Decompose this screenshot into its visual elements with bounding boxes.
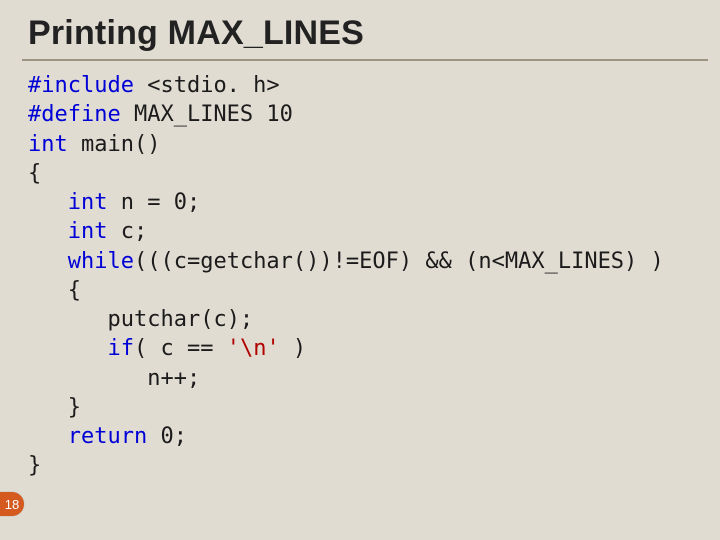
- code-line: }: [28, 451, 708, 480]
- code-line: {: [28, 159, 708, 188]
- code-line: int n = 0;: [28, 188, 708, 217]
- code-line: return 0;: [28, 422, 708, 451]
- string-literal: '\n': [227, 336, 280, 361]
- keyword: if: [107, 336, 134, 361]
- keyword: int: [68, 219, 108, 244]
- code-line: putchar(c);: [28, 305, 708, 334]
- page-number-badge: 18: [0, 492, 24, 516]
- code-line: #include <stdio. h>: [28, 71, 708, 100]
- code-line: }: [28, 393, 708, 422]
- keyword: while: [68, 249, 134, 274]
- code-line: int c;: [28, 217, 708, 246]
- code-line: int main(): [28, 130, 708, 159]
- code-block: #include <stdio. h>#define MAX_LINES 10i…: [28, 71, 708, 481]
- code-line: while(((c=getchar())!=EOF) && (n<MAX_LIN…: [28, 247, 708, 276]
- code-line: n++;: [28, 364, 708, 393]
- keyword: return: [68, 424, 147, 449]
- code-line: {: [28, 276, 708, 305]
- code-line: if( c == '\n' ): [28, 334, 708, 363]
- keyword: int: [28, 132, 68, 157]
- directive: #include: [28, 73, 134, 98]
- directive: #define: [28, 102, 121, 127]
- slide-title: Printing MAX_LINES: [28, 14, 708, 53]
- slide: Printing MAX_LINES #include <stdio. h>#d…: [0, 0, 720, 540]
- divider: [22, 59, 708, 61]
- page-number: 18: [5, 497, 19, 512]
- keyword: int: [68, 190, 108, 215]
- code-line: #define MAX_LINES 10: [28, 100, 708, 129]
